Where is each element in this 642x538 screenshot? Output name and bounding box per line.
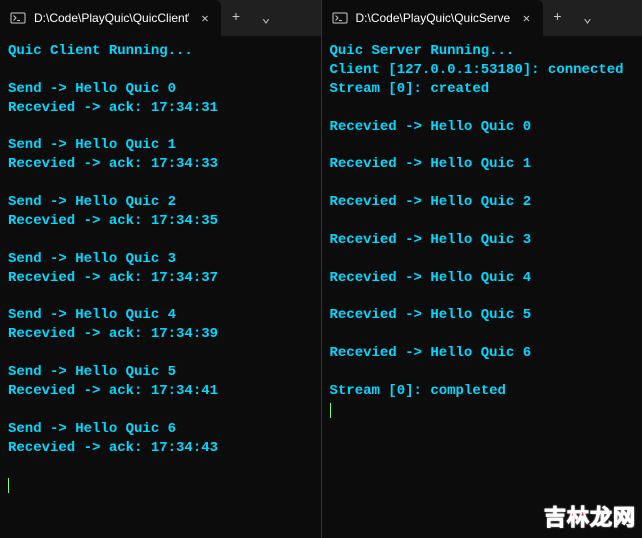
terminal-line: Send -> Hello Quic 4 [8, 306, 313, 325]
new-tab-button[interactable]: + [221, 0, 251, 36]
terminal-line: Recevied -> Hello Quic 5 [330, 306, 635, 325]
terminal-line [8, 401, 313, 420]
terminal-line [8, 458, 313, 477]
terminal-line [8, 344, 313, 363]
terminal-line [330, 99, 635, 118]
terminal-line [8, 174, 313, 193]
terminal-line [330, 363, 635, 382]
terminal-line: Recevied -> Hello Quic 6 [330, 344, 635, 363]
terminal-line [8, 288, 313, 307]
close-icon[interactable]: ✕ [519, 10, 535, 26]
terminal-line [8, 118, 313, 137]
new-tab-button[interactable]: + [543, 0, 573, 36]
titlebar: D:\Code\PlayQuic\QuicClient\ ✕ + ⌄ [0, 0, 321, 36]
terminal-line [8, 61, 313, 80]
plus-icon: + [553, 10, 561, 26]
terminal-line: Recevied -> Hello Quic 2 [330, 193, 635, 212]
terminal-line: Recevied -> ack: 17:34:35 [8, 212, 313, 231]
cursor [8, 478, 9, 493]
terminal-line: Recevied -> ack: 17:34:39 [8, 325, 313, 344]
terminal-output-server[interactable]: Quic Server Running...Client [127.0.0.1:… [322, 36, 642, 538]
terminal-line: Recevied -> ack: 17:34:43 [8, 439, 313, 458]
terminal-line: Send -> Hello Quic 3 [8, 250, 313, 269]
terminal-line: Stream [0]: completed [330, 382, 635, 401]
terminal-line [330, 212, 635, 231]
terminal-line [330, 288, 635, 307]
terminal-window-server: D:\Code\PlayQuic\QuicServer ✕ + ⌄ Quic S… [322, 0, 642, 538]
terminal-line [330, 325, 635, 344]
powershell-icon [332, 10, 348, 26]
terminal-line: Send -> Hello Quic 0 [8, 80, 313, 99]
terminal-line: Send -> Hello Quic 6 [8, 420, 313, 439]
watermark: 吉林龙网 [544, 500, 636, 532]
terminal-line [330, 174, 635, 193]
terminal-line: Quic Client Running... [8, 42, 313, 61]
terminal-line: Recevied -> Hello Quic 0 [330, 118, 635, 137]
terminal-line: Recevied -> ack: 17:34:33 [8, 155, 313, 174]
terminal-line: Recevied -> ack: 17:34:37 [8, 269, 313, 288]
close-icon[interactable]: ✕ [197, 10, 213, 26]
titlebar: D:\Code\PlayQuic\QuicServer ✕ + ⌄ [322, 0, 642, 36]
terminal-line: Send -> Hello Quic 1 [8, 136, 313, 155]
terminal-line: Recevied -> Hello Quic 3 [330, 231, 635, 250]
terminal-line [330, 250, 635, 269]
terminal-line: Recevied -> Hello Quic 1 [330, 155, 635, 174]
terminal-line: Send -> Hello Quic 5 [8, 363, 313, 382]
terminal-line: Recevied -> Hello Quic 4 [330, 269, 635, 288]
tab-active[interactable]: D:\Code\PlayQuic\QuicServer ✕ [322, 0, 543, 36]
tab-active[interactable]: D:\Code\PlayQuic\QuicClient\ ✕ [0, 0, 221, 36]
cursor [330, 403, 331, 418]
terminal-line: Recevied -> ack: 17:34:31 [8, 99, 313, 118]
terminal-line: Send -> Hello Quic 2 [8, 193, 313, 212]
chevron-down-icon: ⌄ [583, 10, 591, 27]
chevron-down-icon: ⌄ [262, 10, 270, 27]
terminal-window-client: D:\Code\PlayQuic\QuicClient\ ✕ + ⌄ Quic … [0, 0, 322, 538]
tab-dropdown-button[interactable]: ⌄ [251, 0, 281, 36]
plus-icon: + [232, 10, 240, 26]
cursor-line [8, 476, 313, 495]
terminal-line: Recevied -> ack: 17:34:41 [8, 382, 313, 401]
terminal-line: Stream [0]: created [330, 80, 635, 99]
terminal-output-client[interactable]: Quic Client Running... Send -> Hello Quic… [0, 36, 321, 538]
tab-title: D:\Code\PlayQuic\QuicClient\ [34, 11, 189, 25]
tab-title: D:\Code\PlayQuic\QuicServer [356, 11, 511, 25]
terminal-line [330, 136, 635, 155]
terminal-line: Client [127.0.0.1:53180]: connected [330, 61, 635, 80]
terminal-line [8, 231, 313, 250]
terminal-line: Quic Server Running... [330, 42, 635, 61]
tab-dropdown-button[interactable]: ⌄ [573, 0, 603, 36]
cursor-line [330, 401, 635, 420]
powershell-icon [10, 10, 26, 26]
